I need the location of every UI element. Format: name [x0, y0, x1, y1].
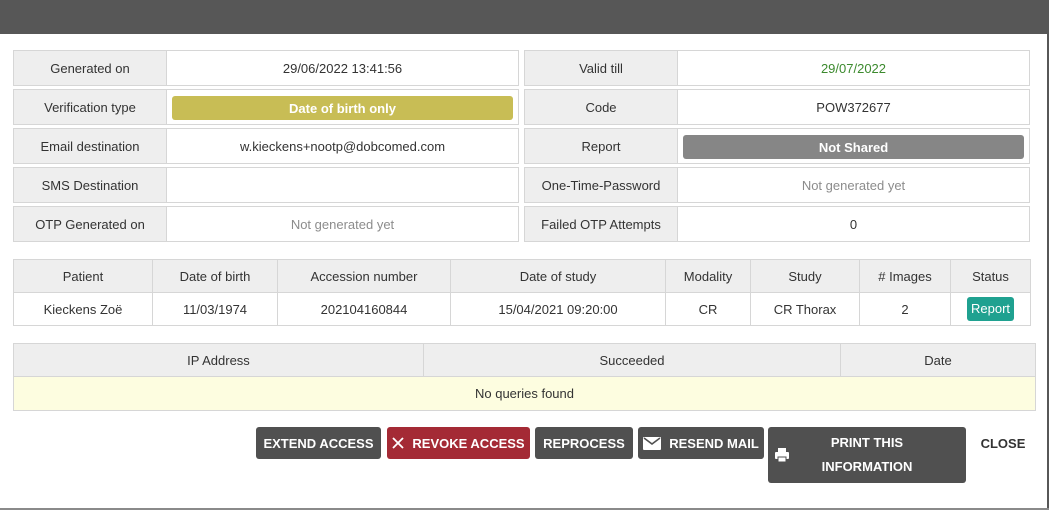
report-cell: Not Shared — [677, 128, 1030, 164]
report-button[interactable]: Report — [966, 297, 1015, 321]
detail-row: Generated on 29/06/2022 13:41:56 Valid t… — [13, 50, 1030, 86]
column-header-ip-address: IP Address — [13, 343, 424, 377]
empty-state-row: No queries found — [13, 376, 1036, 411]
reprocess-label: REPROCESS — [543, 435, 625, 451]
revoke-access-button[interactable]: REVOKE ACCESS — [387, 427, 530, 459]
verification-type-cell: Date of birth only — [166, 89, 519, 125]
table-row: Kieckens Zoë 11/03/1974 202104160844 15/… — [13, 292, 1031, 326]
valid-till-value: 29/07/2022 — [677, 50, 1030, 86]
resend-mail-label: RESEND MAIL — [669, 435, 759, 451]
extend-access-button[interactable]: EXTEND ACCESS — [256, 427, 381, 459]
column-header-study: Study — [750, 259, 860, 293]
valid-till-label: Valid till — [524, 50, 678, 86]
cell-date-of-study: 15/04/2021 09:20:00 — [450, 292, 666, 326]
cell-modality: CR — [665, 292, 751, 326]
otp-generated-on-value: Not generated yet — [166, 206, 519, 242]
report-label: Report — [524, 128, 678, 164]
detail-row: Verification type Date of birth only Cod… — [13, 89, 1030, 125]
one-time-password-value: Not generated yet — [677, 167, 1030, 203]
cell-accession-number: 202104160844 — [277, 292, 451, 326]
detail-row: Email destination w.kieckens+nootp@dobco… — [13, 128, 1030, 164]
one-time-password-label: One-Time-Password — [524, 167, 678, 203]
query-table: IP Address Succeeded Date No queries fou… — [13, 343, 1036, 411]
extend-access-label: EXTEND ACCESS — [263, 435, 374, 451]
code-value: POW372677 — [677, 89, 1030, 125]
print-label-line-1: PRINT THIS — [830, 435, 904, 450]
column-header-status: Status — [950, 259, 1031, 293]
print-label-line-2: INFORMATION — [821, 459, 913, 474]
column-header-modality: Modality — [665, 259, 751, 293]
column-header-patient: Patient — [13, 259, 153, 293]
no-queries-message: No queries found — [13, 376, 1036, 411]
column-header-date-of-birth: Date of birth — [152, 259, 278, 293]
revoke-access-label: REVOKE ACCESS — [412, 435, 525, 451]
failed-otp-attempts-label: Failed OTP Attempts — [524, 206, 678, 242]
table-header-row: IP Address Succeeded Date — [13, 343, 1036, 377]
column-header-date: Date — [840, 343, 1036, 377]
sms-destination-label: SMS Destination — [13, 167, 167, 203]
cell-date-of-birth: 11/03/1974 — [152, 292, 278, 326]
verification-type-label: Verification type — [13, 89, 167, 125]
email-destination-label: Email destination — [13, 128, 167, 164]
resend-mail-button[interactable]: RESEND MAIL — [638, 427, 764, 459]
modal-header — [0, 0, 1049, 34]
cell-images: 2 — [859, 292, 951, 326]
generated-on-value: 29/06/2022 13:41:56 — [166, 50, 519, 86]
report-status-badge: Not Shared — [683, 135, 1024, 159]
study-table: Patient Date of birth Accession number D… — [13, 259, 1031, 326]
print-information-button[interactable]: PRINT THIS INFORMATION — [768, 427, 966, 483]
column-header-accession-number: Accession number — [277, 259, 451, 293]
reprocess-button[interactable]: REPROCESS — [535, 427, 633, 459]
cell-status: Report — [950, 292, 1031, 326]
envelope-icon — [643, 436, 662, 450]
failed-otp-attempts-value: 0 — [677, 206, 1030, 242]
cell-patient: Kieckens Zoë — [13, 292, 153, 326]
column-header-images: # Images — [859, 259, 951, 293]
verification-type-badge: Date of birth only — [172, 96, 513, 120]
table-header-row: Patient Date of birth Accession number D… — [13, 259, 1031, 293]
detail-row: SMS Destination One-Time-Password Not ge… — [13, 167, 1030, 203]
generated-on-label: Generated on — [13, 50, 167, 86]
close-x-icon — [392, 437, 405, 449]
email-destination-value: w.kieckens+nootp@dobcomed.com — [166, 128, 519, 164]
code-label: Code — [524, 89, 678, 125]
sms-destination-value — [166, 167, 519, 203]
close-button[interactable]: CLOSE — [974, 427, 1032, 459]
detail-row: OTP Generated on Not generated yet Faile… — [13, 206, 1030, 242]
cell-study: CR Thorax — [750, 292, 860, 326]
print-information-label: PRINT THIS INFORMATION — [822, 431, 913, 479]
otp-generated-on-label: OTP Generated on — [13, 206, 167, 242]
column-header-succeeded: Succeeded — [423, 343, 841, 377]
column-header-date-of-study: Date of study — [450, 259, 666, 293]
printer-icon — [774, 447, 790, 466]
